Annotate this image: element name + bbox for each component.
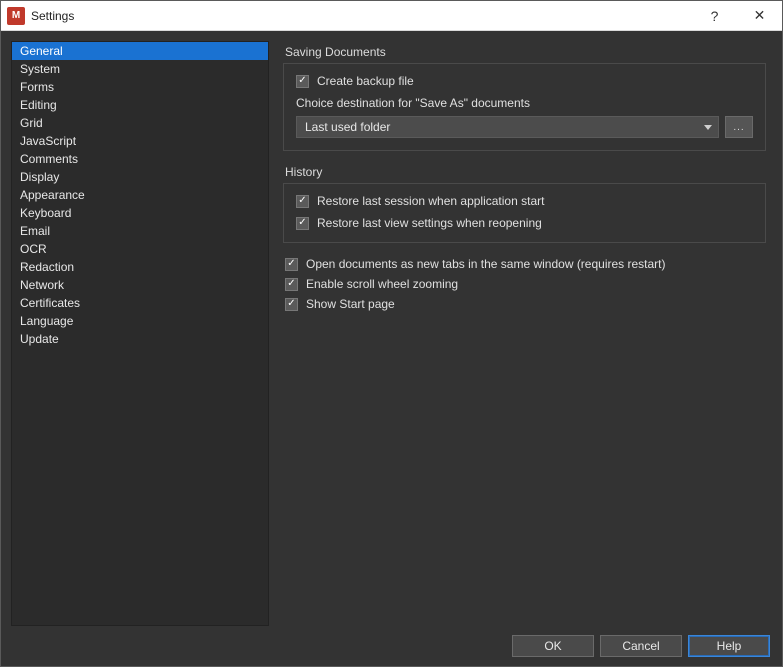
sidebar-item-language[interactable]: Language (12, 312, 268, 330)
help-titlebar-button[interactable]: ? (692, 1, 737, 31)
select-value: Last used folder (305, 120, 390, 134)
sidebar-item-network[interactable]: Network (12, 276, 268, 294)
sidebar-item-general[interactable]: General (12, 42, 268, 60)
group-title: Saving Documents (283, 45, 766, 59)
label-choice-destination: Choice destination for "Save As" documen… (296, 96, 753, 110)
sidebar-item-display[interactable]: Display (12, 168, 268, 186)
label-scroll-zoom: Enable scroll wheel zooming (306, 277, 458, 291)
settings-window: M Settings ? ✕ General System Forms Edit… (0, 0, 783, 667)
sidebar-item-label: Redaction (20, 260, 74, 274)
help-button[interactable]: Help (688, 635, 770, 657)
sidebar-item-label: Appearance (20, 188, 85, 202)
sidebar-item-label: Keyboard (20, 206, 71, 220)
sidebar-item-comments[interactable]: Comments (12, 150, 268, 168)
checkbox-restore-view[interactable] (296, 217, 309, 230)
label-restore-view: Restore last view settings when reopenin… (317, 216, 542, 230)
chevron-down-icon (704, 125, 712, 130)
sidebar-item-label: JavaScript (20, 134, 76, 148)
body-area: General System Forms Editing Grid JavaSc… (1, 31, 782, 666)
checkbox-create-backup[interactable] (296, 75, 309, 88)
sidebar-item-label: Email (20, 224, 50, 238)
sidebar-item-update[interactable]: Update (12, 330, 268, 348)
checkbox-start-page[interactable] (285, 298, 298, 311)
checkbox-open-as-tabs[interactable] (285, 258, 298, 271)
group-history: History Restore last session when applic… (283, 165, 766, 243)
window-title: Settings (31, 9, 74, 23)
sidebar-item-label: General (20, 44, 63, 58)
sidebar-item-label: Update (20, 332, 59, 346)
sidebar-item-label: Comments (20, 152, 78, 166)
group-saving-documents: Saving Documents Create backup file Choi… (283, 45, 766, 151)
label-restore-session: Restore last session when application st… (317, 194, 544, 208)
label-start-page: Show Start page (306, 297, 395, 311)
sidebar-item-label: Forms (20, 80, 54, 94)
save-as-destination-select[interactable]: Last used folder (296, 116, 719, 138)
app-icon: M (7, 7, 25, 25)
checkbox-scroll-zoom[interactable] (285, 278, 298, 291)
close-button[interactable]: ✕ (737, 1, 782, 31)
ok-button[interactable]: OK (512, 635, 594, 657)
cancel-button[interactable]: Cancel (600, 635, 682, 657)
sidebar-item-editing[interactable]: Editing (12, 96, 268, 114)
label-open-as-tabs: Open documents as new tabs in the same w… (306, 257, 666, 271)
sidebar-item-label: Network (20, 278, 64, 292)
checkbox-restore-session[interactable] (296, 195, 309, 208)
sidebar-item-system[interactable]: System (12, 60, 268, 78)
sidebar-item-label: Certificates (20, 296, 80, 310)
sidebar-item-grid[interactable]: Grid (12, 114, 268, 132)
sidebar-item-redaction[interactable]: Redaction (12, 258, 268, 276)
settings-panel: Saving Documents Create backup file Choi… (277, 41, 772, 626)
group-title: History (283, 165, 766, 179)
category-sidebar[interactable]: General System Forms Editing Grid JavaSc… (11, 41, 269, 626)
label-create-backup: Create backup file (317, 74, 414, 88)
browse-button[interactable]: ... (725, 116, 753, 138)
sidebar-item-label: Display (20, 170, 59, 184)
sidebar-item-certificates[interactable]: Certificates (12, 294, 268, 312)
general-toggles: Open documents as new tabs in the same w… (283, 257, 766, 311)
sidebar-item-label: Language (20, 314, 73, 328)
sidebar-item-forms[interactable]: Forms (12, 78, 268, 96)
sidebar-item-keyboard[interactable]: Keyboard (12, 204, 268, 222)
sidebar-item-appearance[interactable]: Appearance (12, 186, 268, 204)
sidebar-item-label: System (20, 62, 60, 76)
sidebar-item-label: OCR (20, 242, 47, 256)
sidebar-item-label: Grid (20, 116, 43, 130)
titlebar: M Settings ? ✕ (1, 1, 782, 31)
sidebar-item-label: Editing (20, 98, 57, 112)
sidebar-item-javascript[interactable]: JavaScript (12, 132, 268, 150)
sidebar-item-email[interactable]: Email (12, 222, 268, 240)
sidebar-item-ocr[interactable]: OCR (12, 240, 268, 258)
dialog-footer: OK Cancel Help (1, 626, 782, 666)
